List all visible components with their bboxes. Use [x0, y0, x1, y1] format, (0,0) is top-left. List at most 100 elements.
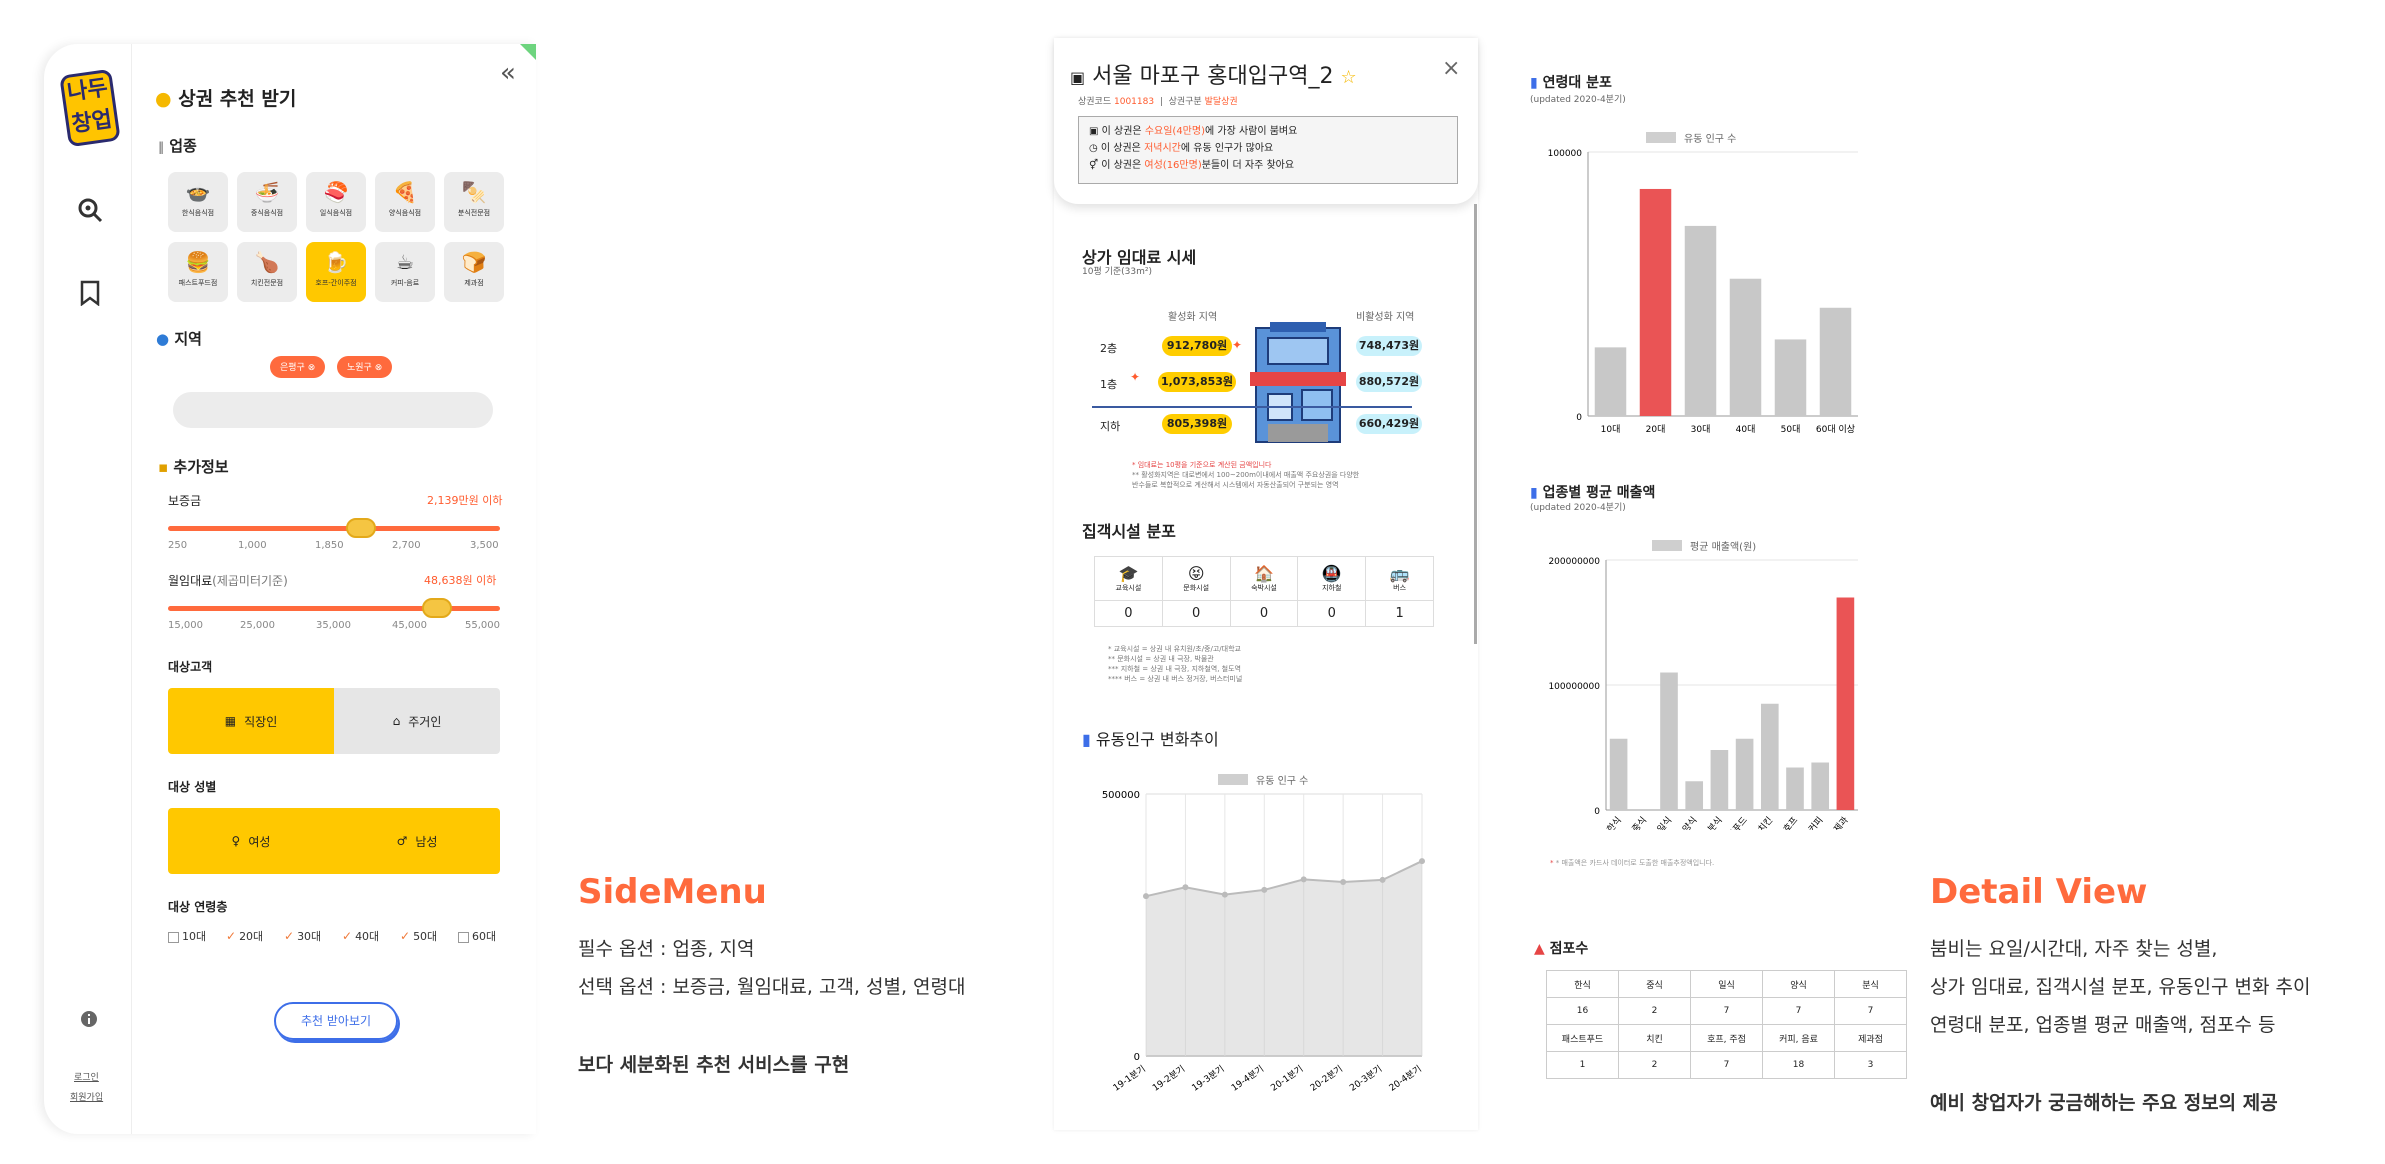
detailview-desc-2: 상가 임대료, 집객시설 분포, 유동인구 변화 추이	[1930, 976, 2311, 998]
floor-divider-line	[1092, 406, 1412, 408]
age-option-label: 10대	[182, 930, 207, 943]
store-table-cell: 18	[1762, 1051, 1835, 1079]
facility-count: 0	[1161, 600, 1231, 627]
age-option[interactable]: ✓ 40대	[342, 928, 379, 944]
facility-count: 0	[1229, 600, 1299, 627]
region-chip-eunpyeong[interactable]: 은평구 ⊗	[270, 356, 326, 378]
store-table-cell: 한식	[1546, 970, 1619, 998]
sidemenu-desc-1: 필수 옵션 : 업종, 지역	[578, 938, 755, 960]
sidemenu-heading: SideMenu	[578, 872, 767, 912]
legend-label: 유동 인구 수	[1684, 133, 1736, 145]
bar	[1760, 703, 1779, 810]
floor-label: 1층	[1100, 378, 1118, 391]
age-option[interactable]: ✓ 50대	[400, 928, 437, 944]
category-label: 중식음식점	[250, 209, 284, 217]
facility-section-title: 집객시설 분포	[1082, 522, 1176, 541]
y-tick-label: 0	[1594, 807, 1600, 817]
gender-male-button[interactable]: ♂ 남성	[334, 808, 500, 874]
store-table-cell: 호프, 주점	[1690, 1024, 1763, 1052]
rent-value: 48,638원 이하	[424, 574, 497, 587]
checkmark-icon: ✓	[400, 929, 411, 943]
chart-icon: ▮	[1530, 75, 1538, 91]
globe-icon: ●	[156, 330, 170, 348]
storefront-illustration	[1246, 322, 1350, 450]
signup-link[interactable]: 회원가입	[70, 1090, 103, 1103]
store-table-cell: 16	[1546, 997, 1619, 1025]
facility-notes: * 교육시설 = 상권 내 유치원/초/중/고/대학교 ** 문화시설 = 상권…	[1108, 645, 1243, 683]
legend-label: 평균 매출액(원)	[1690, 541, 1756, 553]
category-item[interactable]: ☕ 커피-음료	[375, 242, 435, 302]
inactive-rent-pill: 748,473원	[1356, 336, 1422, 356]
age-option-label: 30대	[297, 930, 322, 943]
favorite-star-icon[interactable]: ☆	[1341, 67, 1357, 88]
category-item[interactable]: 🍢 분식전문점	[444, 172, 504, 232]
active-rent-pill: 805,398원	[1162, 414, 1232, 434]
facility-cell: 🚌 버스	[1365, 556, 1434, 601]
age-option[interactable]: ✓ 30대	[284, 928, 321, 944]
info-icon[interactable]	[80, 1006, 98, 1034]
x-tick-label: 양식	[1680, 815, 1699, 830]
sales-chart-title: ▮ 업종별 평균 매출액	[1530, 485, 1656, 501]
deposit-slider[interactable]	[168, 526, 500, 531]
rent-tick: 45,000	[392, 620, 427, 631]
bookmark-icon[interactable]	[80, 280, 100, 312]
age-chart: 유동 인구 수 100000 0 10대 20대 30대 40대 50대 60대 이상	[1548, 132, 1858, 435]
category-label: 한식음식점	[181, 209, 215, 217]
customer-resident-button[interactable]: ⌂ 주거인	[334, 688, 500, 754]
collapse-button[interactable]: «	[500, 58, 516, 88]
x-tick-label: 한식	[1605, 815, 1624, 830]
category-item[interactable]: 🍺 호프-간이주점	[306, 242, 366, 302]
age-option[interactable]: 60대	[458, 928, 496, 944]
store-table-cell: 7	[1834, 997, 1907, 1025]
facility-table: 🎓 교육시설 😝 문화시설 🏠 숙박시설 🚇 지하철 🚌 버스 00001	[1094, 556, 1434, 627]
category-item[interactable]: 🍕 양식음식점	[375, 172, 435, 232]
category-item[interactable]: 🍣 일식음식점	[306, 172, 366, 232]
utensils-icon: ‖	[158, 140, 164, 154]
detailview-desc-3: 연령대 분포, 업종별 평균 매출액, 점포수 등	[1930, 1014, 2276, 1036]
category-item[interactable]: 🍲 한식음식점	[168, 172, 228, 232]
x-tick-label: 30대	[1691, 424, 1711, 435]
category-item[interactable]: 🍗 치킨전문점	[237, 242, 297, 302]
deposit-slider-handle[interactable]	[345, 518, 376, 538]
search-location-icon[interactable]	[76, 196, 104, 230]
sparkle-icon: ✦	[1232, 338, 1243, 352]
region-search-input[interactable]	[173, 392, 493, 428]
close-button[interactable]: ×	[1442, 56, 1460, 81]
category-item[interactable]: 🍞 제과점	[444, 242, 504, 302]
customer-office-worker-button[interactable]: ▦ 직장인	[168, 688, 334, 754]
inactive-rent-pill: 660,429원	[1356, 414, 1422, 434]
bar	[1660, 672, 1678, 810]
insight-box: ▣ 이 상권은 수요일(4만명)에 가장 사람이 붐벼요 ◷ 이 상권은 저녁시…	[1078, 116, 1458, 184]
category-label: 제과점	[464, 279, 484, 287]
category-item[interactable]: 🍔 패스트푸드점	[168, 242, 228, 302]
facility-icon: 🏠	[1254, 564, 1274, 583]
category-label: 커피-음료	[390, 279, 420, 287]
store-table-cell: 3	[1834, 1051, 1907, 1079]
facility-cell: 😝 문화시설	[1161, 556, 1231, 601]
bar	[1774, 339, 1807, 416]
category-item[interactable]: 🍜 중식음식점	[237, 172, 297, 232]
app-logo[interactable]: 나두 창업	[59, 68, 121, 148]
age-option[interactable]: ✓ 20대	[226, 928, 263, 944]
deposit-tick: 250	[168, 540, 188, 551]
rent-slider-handle[interactable]	[421, 598, 452, 618]
detailview-desc-4: 예비 창업자가 궁금해하는 주요 정보의 제공	[1930, 1092, 2278, 1114]
checkbox-icon	[458, 931, 469, 943]
age-option[interactable]: 10대	[168, 928, 206, 944]
rent-label: 월임대료(제곱미터기준)	[168, 574, 288, 588]
insight-gender: ⚥ 이 상권은 여성(16만명)분들이 더 자주 찾아요	[1089, 160, 1295, 171]
sales-chart-sub: (updated 2020-4분기)	[1530, 503, 1626, 513]
inactive-area-label: 비활성화 지역	[1356, 312, 1415, 323]
login-link[interactable]: 로그인	[74, 1070, 99, 1083]
gender-female-button[interactable]: ♀ 여성	[168, 808, 334, 874]
region-chip-nowon[interactable]: 노원구 ⊗	[337, 356, 393, 378]
insight-time: ◷ 이 상권은 저녁시간에 유동 인구가 많아요	[1089, 143, 1274, 154]
age-label: 대상 연령층	[168, 900, 228, 914]
flow-point	[1261, 886, 1268, 893]
recommend-button[interactable]: 추천 받아보기	[274, 1002, 398, 1040]
x-tick-label: 중식	[1630, 815, 1649, 830]
flow-chart: 유동 인구 수500000019-1분기 19-2분기 19-3분기 19-4분기 20…	[1102, 774, 1425, 1094]
y-tick-label: 500000	[1102, 790, 1140, 801]
category-icon: 🍲	[185, 180, 211, 204]
scrollbar[interactable]	[1474, 204, 1477, 644]
